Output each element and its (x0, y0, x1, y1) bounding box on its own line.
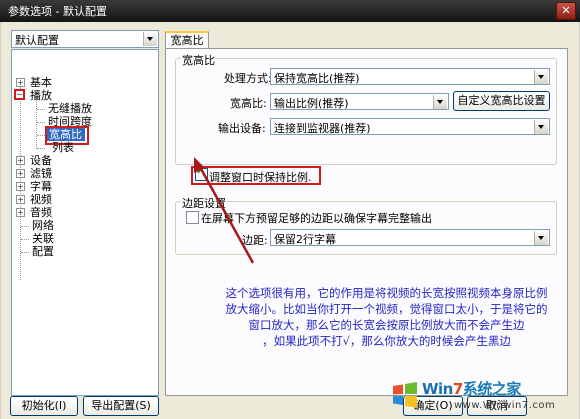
tree-connector (37, 109, 45, 110)
tree-item-label: 播放 (30, 89, 52, 102)
expand-icon[interactable]: + (16, 169, 25, 178)
tree-item-label: 关联 (32, 232, 54, 245)
tree-item-label: 视频 (30, 193, 52, 206)
tree-item-network[interactable]: 网络 (32, 219, 54, 232)
window-title: 参数选项 - 默认配置 (8, 5, 107, 18)
tree-item-label: 设备 (30, 154, 52, 167)
watermark-win: Win (422, 380, 453, 398)
tree-connector (21, 252, 29, 253)
chevron-down-icon[interactable] (534, 231, 548, 245)
tree-item-label: 宽高比 (49, 128, 82, 141)
watermark-url: www.Winwin7.com (454, 400, 556, 411)
tree-item-label: 列表 (52, 141, 74, 154)
expand-icon[interactable]: + (16, 208, 25, 217)
aspect-group-title: 宽高比 (181, 52, 216, 68)
output-device-select-value: 连接到监视器(推荐) (274, 122, 371, 135)
watermark-title: Win7系统之家 (422, 378, 521, 399)
chevron-down-icon[interactable] (534, 70, 548, 84)
close-button[interactable]: ✕ (556, 2, 576, 20)
tree-connector (37, 122, 45, 123)
collapse-icon[interactable]: − (14, 89, 25, 100)
windows-logo-icon (393, 382, 417, 408)
annotation-line: 窗口放大，那么它的长宽会按原比例放大而不会产生边 (248, 318, 525, 332)
export-config-button[interactable]: 导出配置(S) (83, 396, 159, 416)
tree-item-label: 网络 (32, 219, 54, 232)
reserve-margin-label: 在屏幕下方预留足够的边距以确保字幕完整输出 (201, 212, 432, 225)
annotation-text: 这个选项很有用，它的作用是将视频的长宽按照视频本身原比例 放大缩小。比如当你打开… (209, 285, 564, 349)
keep-ratio-label: 调整窗口时保持比例. (209, 171, 312, 184)
ratio-select-value: 输出比例(推荐) (274, 97, 349, 110)
tree-item-association[interactable]: 关联 (32, 232, 54, 245)
annotation-line: 这个选项很有用，它的作用是将视频的长宽按照视频本身原比例 (225, 286, 548, 300)
output-device-label: 输出设备: (218, 122, 266, 135)
margin-group-title: 边距设置 (181, 195, 227, 211)
tree-item-config[interactable]: 配置 (32, 245, 54, 258)
processing-label: 处理方式: (224, 72, 272, 85)
tree-connector (21, 226, 29, 227)
chevron-down-icon[interactable] (143, 32, 157, 46)
ratio-label: 宽高比: (230, 97, 267, 110)
settings-tree: + 基本 − 播放 无缝播放 时间跨度 宽高比 列表 + 设备 + 滤镜 + 字… (11, 49, 159, 396)
expand-icon[interactable]: + (16, 195, 25, 204)
profile-select-value: 默认配置 (15, 34, 59, 47)
tree-item-label: 基本 (30, 76, 52, 89)
tree-item-seamless[interactable]: 无缝播放 (48, 102, 92, 115)
annotation-line: 放大缩小。比如当你打开一个视频，觉得窗口太小，于是将它的 (225, 302, 548, 316)
watermark-suffix: 系统之家 (462, 380, 522, 398)
processing-select-value: 保持宽高比(推荐) (274, 72, 360, 85)
tree-connector (21, 239, 29, 240)
tree-connector (37, 135, 45, 136)
reset-button[interactable]: 初始化(I) (10, 396, 78, 416)
keep-ratio-checkbox[interactable] (195, 166, 208, 181)
profile-select[interactable]: 默认配置 (11, 30, 159, 48)
tree-item-label: 无缝播放 (48, 102, 92, 115)
tree-item-label: 配置 (32, 245, 54, 258)
tab-aspect-ratio[interactable]: 宽高比 (165, 31, 209, 49)
title-bar: 参数选项 - 默认配置 ✕ (0, 0, 580, 22)
expand-icon[interactable]: + (16, 156, 25, 165)
site-watermark: Win7系统之家 www.Winwin7.com (390, 374, 578, 418)
chevron-down-icon[interactable] (433, 95, 447, 109)
ratio-select[interactable]: 输出比例(推荐) (270, 93, 449, 110)
custom-ratio-button[interactable]: 自定义宽高比设置 (453, 91, 550, 111)
annotation-line: ，如果此项不打√，那么你放大的时候会产生黑边 (262, 334, 511, 348)
reserve-margin-checkbox[interactable] (186, 211, 199, 224)
expand-icon[interactable]: + (16, 78, 25, 87)
tree-item-label: 滤镜 (30, 167, 52, 180)
chevron-down-icon[interactable] (534, 120, 548, 134)
tree-connector (37, 148, 45, 149)
tree-item-label: 音频 (30, 206, 52, 219)
output-device-select[interactable]: 连接到监视器(推荐) (270, 118, 550, 135)
dialog-body: 默认配置 + 基本 − 播放 无缝播放 时间跨度 宽高比 列表 + 设备 + 滤… (1, 22, 579, 419)
margin-label: 边距: (242, 234, 268, 247)
tree-item-aspect-ratio[interactable]: 宽高比 (49, 128, 82, 141)
expand-icon[interactable]: + (16, 182, 25, 191)
margin-select-value: 保留2行字幕 (274, 233, 336, 246)
processing-select[interactable]: 保持宽高比(推荐) (270, 68, 550, 85)
watermark-num: 7 (452, 380, 463, 398)
tree-item-label: 字幕 (30, 180, 52, 193)
margin-select[interactable]: 保留2行字幕 (270, 229, 550, 246)
tree-item-list[interactable]: 列表 (52, 141, 74, 154)
